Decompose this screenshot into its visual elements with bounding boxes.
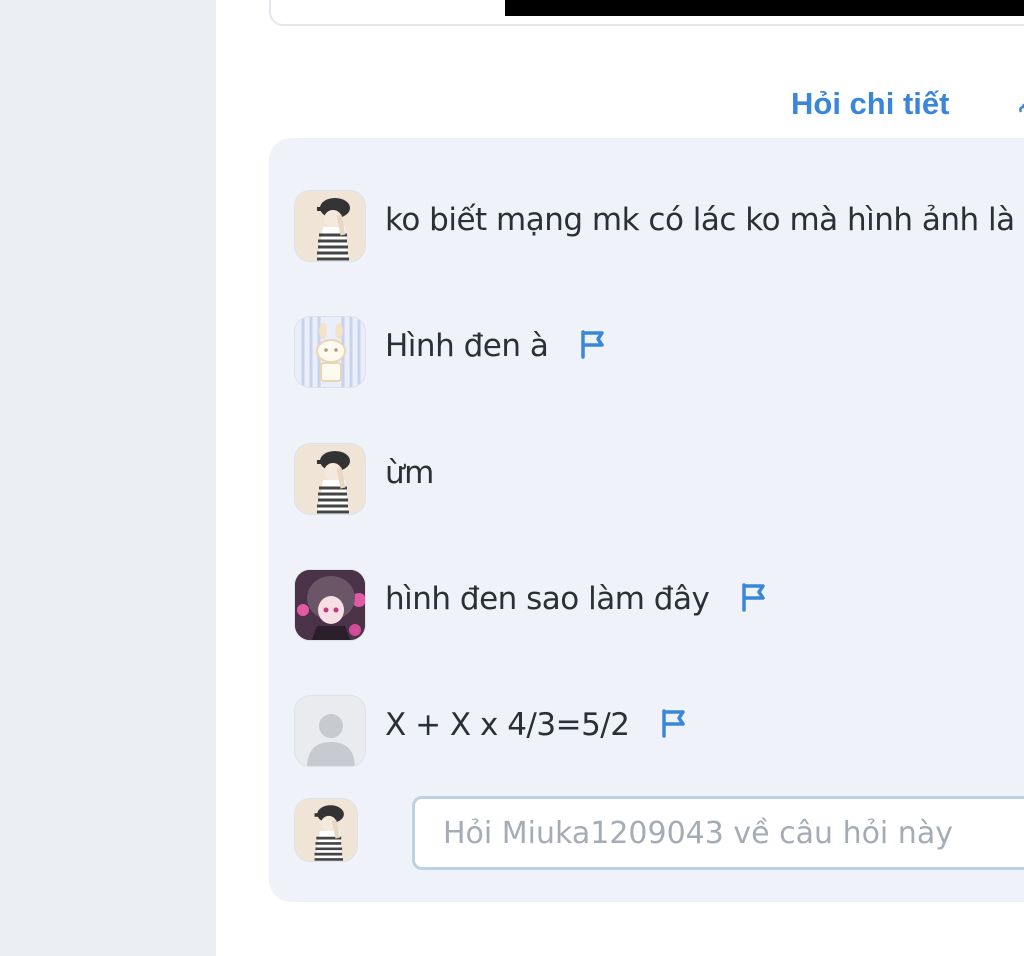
avatar[interactable] <box>294 695 366 767</box>
avatar[interactable] <box>294 443 366 515</box>
comment-text: ko biết mạng mk có lác ko mà hình ảnh là <box>385 202 1015 238</box>
page: Hỏi chi tiết ko biết mạng mk có lác ko m… <box>0 0 1024 956</box>
left-rail <box>0 0 216 956</box>
comment-body: hình đen sao làm đây <box>385 581 710 617</box>
main-content: Hỏi chi tiết ko biết mạng mk có lác ko m… <box>216 0 1024 956</box>
comment-text: Hình đen à <box>385 328 606 364</box>
report-flag-icon[interactable] <box>578 329 606 359</box>
comment-text: ừm <box>385 455 434 491</box>
ask-question-input[interactable] <box>412 796 1024 870</box>
comment-item: Hình đen à <box>294 316 1024 390</box>
comment-text: hình đen sao làm đây <box>385 581 767 617</box>
comment-item: hình đen sao làm đây <box>294 569 1024 643</box>
comment-item: ko biết mạng mk có lác ko mà hình ảnh là <box>294 190 1024 264</box>
avatar-bunny-blue-stripes-icon <box>295 317 365 387</box>
report-flag-icon[interactable] <box>659 708 687 738</box>
comment-body: ừm <box>385 455 434 491</box>
comment-body: X + X x 4/3=5/2 <box>385 707 630 743</box>
avatar-girl-cap-striped-icon <box>295 799 357 861</box>
ask-detail-link[interactable]: Hỏi chi tiết <box>791 86 949 122</box>
comment-text: X + X x 4/3=5/2 <box>385 707 687 743</box>
avatar[interactable] <box>294 569 366 641</box>
comment-composer <box>294 796 1024 876</box>
more-action-icon[interactable] <box>1018 100 1024 114</box>
comment-body: ko biết mạng mk có lác ko mà hình ảnh là <box>385 202 1015 238</box>
avatar[interactable] <box>294 316 366 388</box>
avatar-girl-cap-striped-icon <box>295 444 365 514</box>
avatar-girl-cap-striped-icon <box>295 191 365 261</box>
default-user-icon <box>295 696 365 766</box>
current-user-avatar <box>294 798 358 862</box>
comment-item: X + X x 4/3=5/2 <box>294 695 1024 769</box>
avatar[interactable] <box>294 190 366 262</box>
answer-image[interactable] <box>505 0 1024 16</box>
comments-panel: ko biết mạng mk có lác ko mà hình ảnh là <box>269 138 1024 902</box>
answer-card <box>269 0 1024 26</box>
comment-body: Hình đen à <box>385 328 549 364</box>
avatar-anime-girl-pink-icon <box>295 570 365 640</box>
comment-item: ừm <box>294 443 1024 517</box>
report-flag-icon[interactable] <box>739 582 767 612</box>
